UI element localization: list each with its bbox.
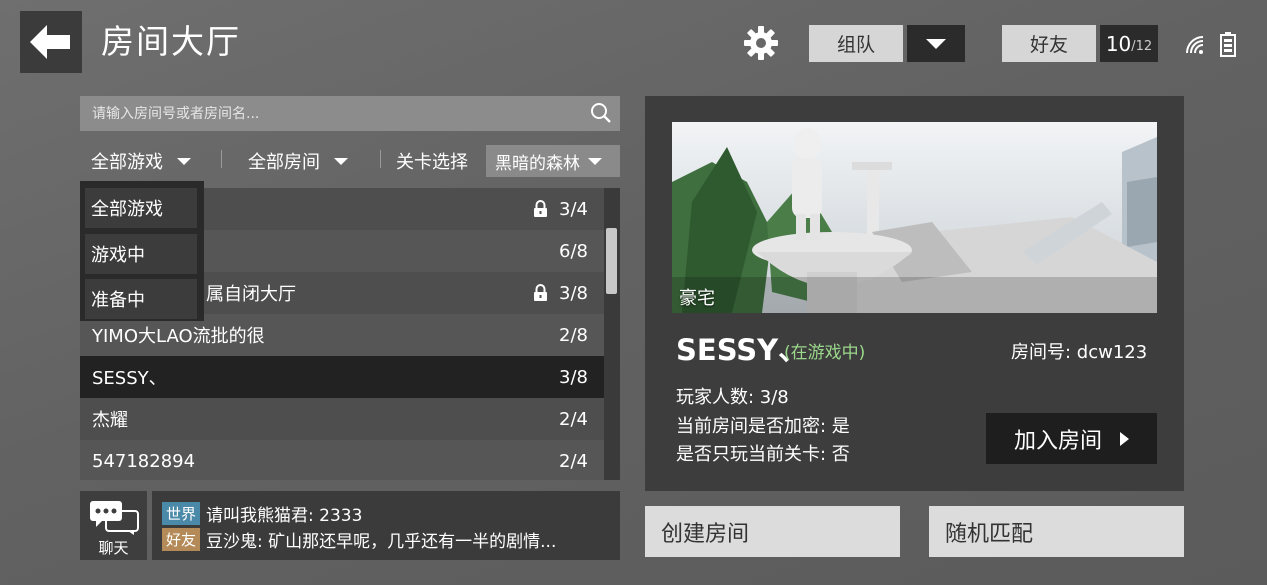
channel-badge-world: 世界: [162, 501, 201, 525]
lock-icon: [534, 200, 547, 217]
room-id: 房间号: dcw123: [1011, 342, 1148, 363]
room-name: 杰耀: [92, 410, 128, 431]
room-player-info: 玩家人数: 3/8: [676, 387, 789, 408]
friends-button[interactable]: 好友: [1002, 25, 1096, 62]
level-select-value: 黑暗的森林: [495, 153, 580, 174]
team-dropdown-button[interactable]: [907, 25, 965, 62]
chevron-down-icon: [334, 157, 348, 165]
filter-divider: [380, 150, 381, 168]
chat-message: 好友 豆沙鬼: 矿山那还早呢，几乎还有一半的剧情...: [162, 527, 557, 552]
chat-bubbles-icon: [90, 501, 139, 535]
back-button[interactable]: [20, 11, 82, 73]
room-player-count: 3/8: [559, 366, 588, 388]
create-room-button[interactable]: 创建房间: [645, 506, 900, 557]
room-player-count: 6/8: [559, 240, 588, 262]
play-arrow-icon: [1120, 431, 1129, 446]
room-player-count: 2/4: [559, 450, 588, 472]
filter-divider: [221, 150, 222, 168]
room-name: 547182894: [92, 450, 196, 472]
room-row[interactable]: 547182894 2/4: [80, 440, 604, 480]
game-filter-menu: 全部游戏 游戏中 准备中: [80, 181, 204, 321]
room-row[interactable]: 杰耀 2/4: [80, 398, 604, 440]
chevron-down-icon: [588, 157, 602, 165]
menu-item-all-games[interactable]: 全部游戏: [85, 188, 197, 228]
room-level-only-info: 是否只玩当前关卡: 否: [676, 444, 850, 465]
chat-message-text: 请叫我熊猫君: 2333: [206, 505, 363, 526]
chat-panel[interactable]: 世界 请叫我熊猫君: 2333 好友 豆沙鬼: 矿山那还早呢，几乎还有一半的剧情…: [152, 491, 620, 560]
search-input[interactable]: [80, 96, 604, 131]
join-room-button[interactable]: 加入房间: [986, 413, 1157, 464]
chat-message-text: 豆沙鬼: 矿山那还早呢，几乎还有一半的剧情...: [206, 531, 557, 552]
room-filter-dropdown[interactable]: 全部房间: [248, 146, 348, 176]
chat-message: 世界 请叫我熊猫君: 2333: [162, 501, 363, 526]
map-preview-image: [672, 122, 1157, 313]
chevron-down-icon: [177, 157, 191, 165]
battery-icon: [1220, 32, 1236, 57]
menu-item-ready[interactable]: 准备中: [85, 279, 197, 319]
room-locked-info: 当前房间是否加密: 是: [676, 416, 850, 437]
room-filter-label: 全部房间: [248, 152, 320, 173]
friends-online-count: 10: [1105, 31, 1132, 56]
search-icon[interactable]: [590, 102, 612, 124]
team-button[interactable]: 组队: [809, 25, 903, 62]
room-player-count: 2/8: [559, 324, 588, 346]
gear-icon[interactable]: [743, 25, 779, 61]
room-name: YIMO大LAO流批的很: [92, 326, 265, 347]
room-player-count: 3/8: [559, 282, 588, 304]
chat-button-label: 聊天: [98, 539, 129, 557]
scrollbar-thumb[interactable]: [606, 228, 617, 294]
room-player-count: 3/4: [559, 198, 588, 220]
menu-item-in-game[interactable]: 游戏中: [85, 234, 197, 274]
room-row-selected[interactable]: SESSY、 3/8: [80, 356, 604, 398]
level-select-dropdown[interactable]: 黑暗的森林: [486, 145, 620, 177]
chat-button[interactable]: 聊天: [80, 491, 147, 560]
channel-badge-friend: 好友: [162, 527, 201, 551]
game-filter-dropdown[interactable]: 全部游戏: [91, 146, 191, 176]
back-arrow-icon: [30, 25, 70, 59]
search-bar: [80, 96, 620, 131]
room-name: 属自闭大厅: [206, 284, 296, 305]
room-name: SESSY、: [92, 368, 167, 389]
room-status: (在游戏中): [784, 343, 866, 363]
map-name-label: 豪宅: [679, 288, 715, 309]
page-title: 房间大厅: [101, 22, 241, 61]
join-room-label: 加入房间: [1013, 428, 1102, 454]
wifi-icon: [1186, 36, 1204, 54]
lock-icon: [534, 284, 547, 301]
friends-max-count: /12: [1131, 39, 1153, 54]
room-player-count: 2/4: [559, 408, 588, 430]
chevron-down-icon: [926, 38, 946, 49]
random-match-button[interactable]: 随机匹配: [929, 506, 1184, 557]
friends-count: 10/12: [1100, 25, 1158, 62]
game-filter-label: 全部游戏: [91, 152, 163, 173]
level-filter-label: 关卡选择: [396, 152, 468, 173]
